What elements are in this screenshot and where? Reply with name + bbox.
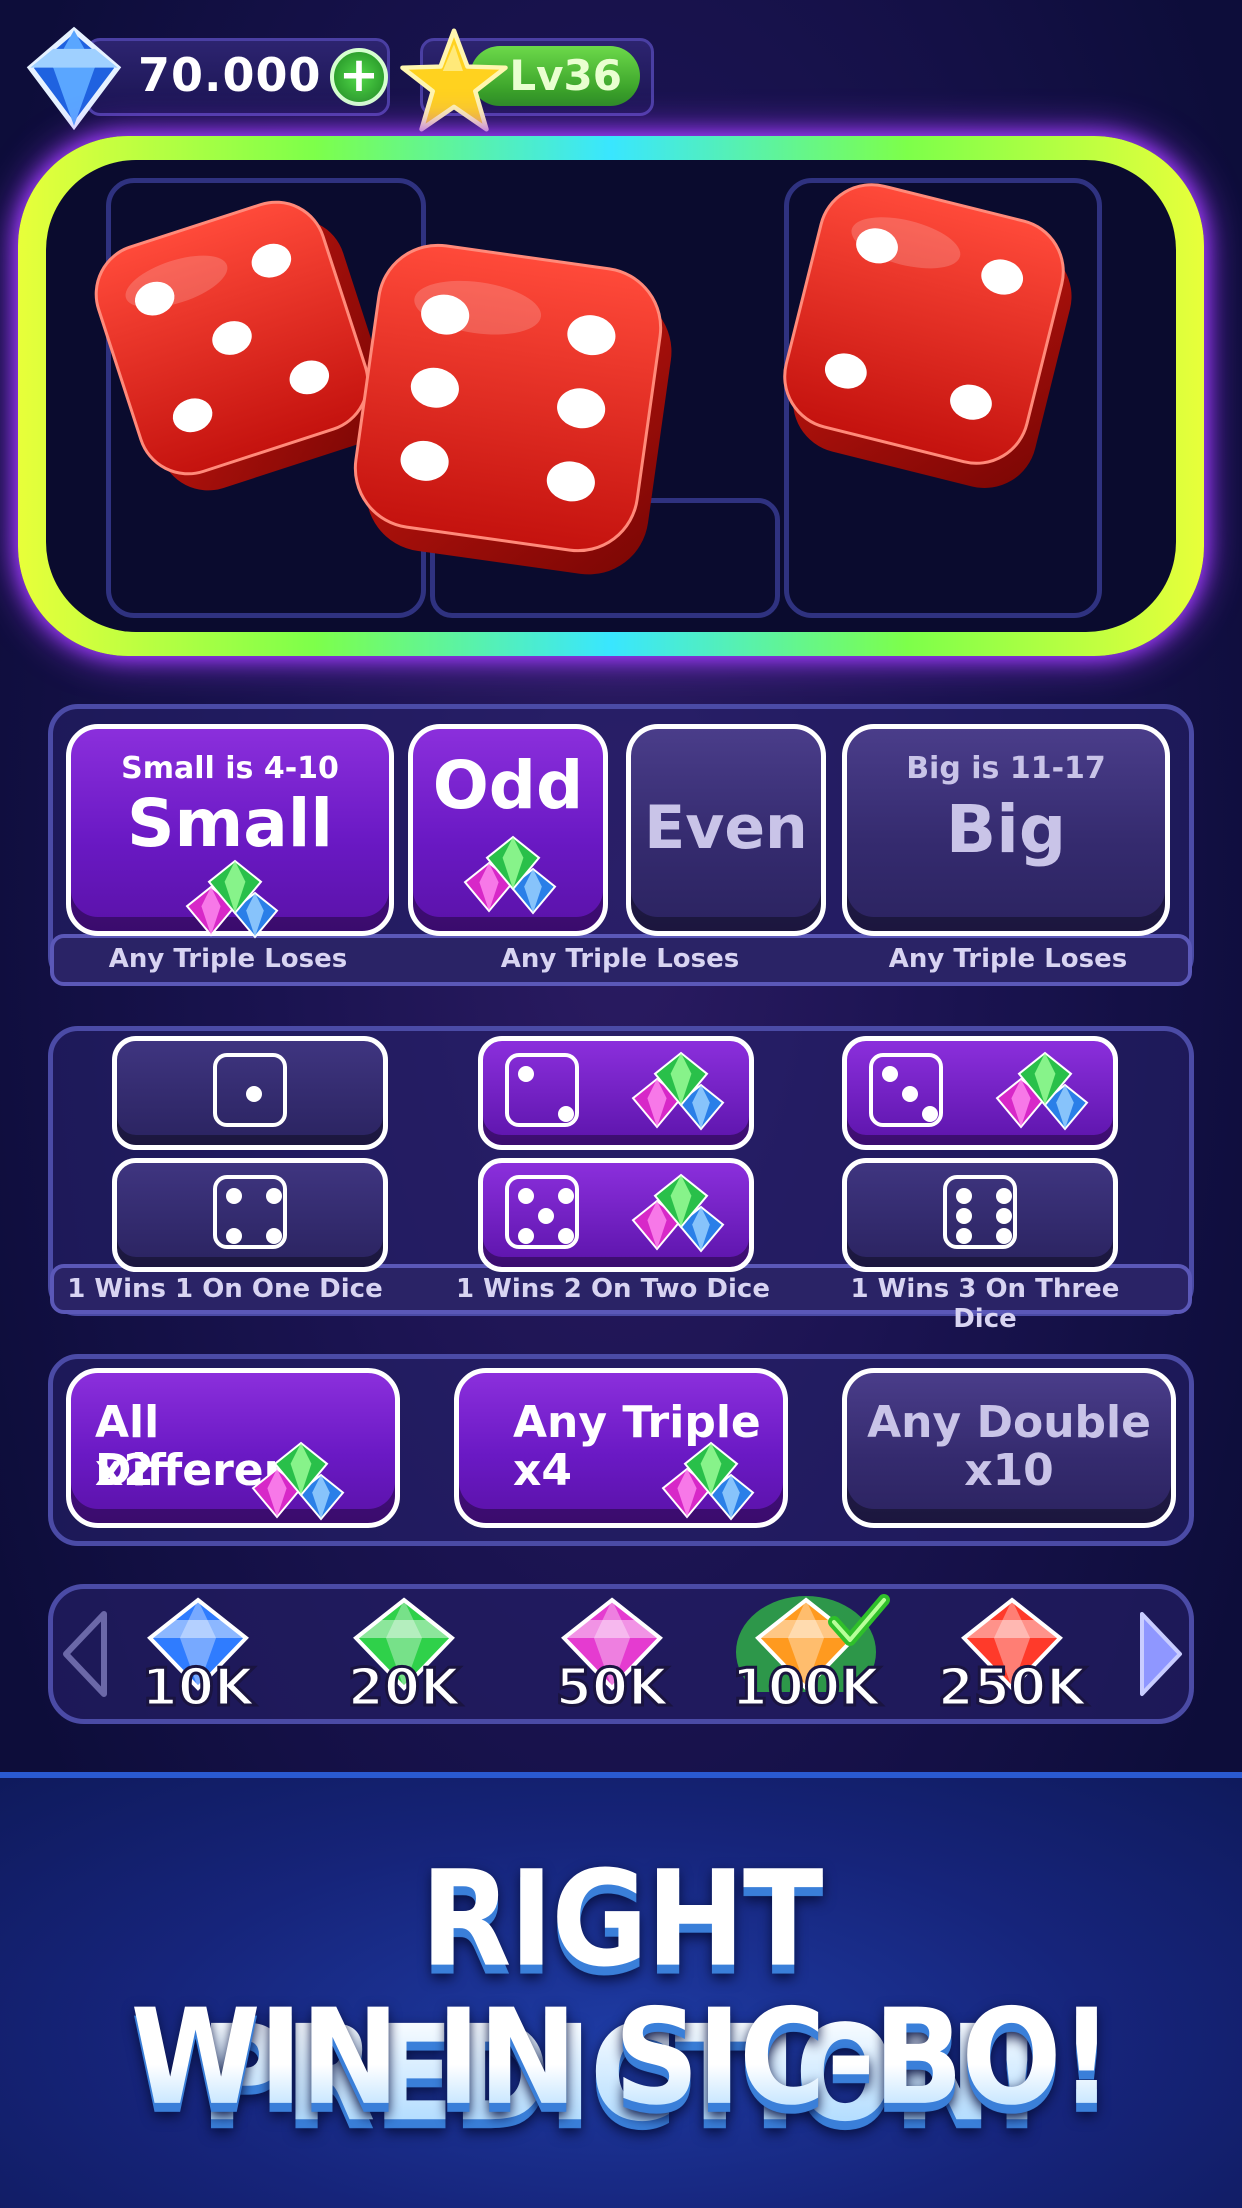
app-screen: { "header": { "balance": "70.000", "add_… (0, 0, 1242, 2208)
chip-label: 100K (730, 1657, 882, 1720)
bet-face-3-button[interactable] (842, 1036, 1118, 1150)
gem-stack-icon (463, 835, 557, 915)
big-label: Big (945, 791, 1067, 868)
dice-face-1-icon (213, 1053, 287, 1127)
bet-face-4-button[interactable] (112, 1158, 388, 1272)
bet-face-6-button[interactable] (842, 1158, 1118, 1272)
pip (956, 1188, 972, 1204)
chip-50k[interactable]: 50K (522, 1592, 702, 1722)
pip (558, 1188, 574, 1204)
dice-face-3-icon (869, 1053, 943, 1127)
small-label: Small (126, 785, 334, 862)
chip-10k[interactable]: 10K (108, 1592, 288, 1722)
pip (558, 1228, 574, 1244)
bet-even-button[interactable]: Even (626, 724, 826, 936)
any-double-mult: x10 (964, 1445, 1054, 1496)
pip (518, 1228, 534, 1244)
pip (996, 1188, 1012, 1204)
chip-label: 50K (554, 1657, 670, 1720)
bet-odd-button[interactable]: Odd (408, 724, 608, 936)
pip (956, 1208, 972, 1224)
all-different-mult: x2 (95, 1445, 154, 1496)
even-label: Even (644, 793, 808, 863)
dice-result (94, 183, 1072, 575)
chevron-left-icon[interactable] (60, 1610, 110, 1698)
bet-big-button[interactable]: Big is 11-17 Big (842, 724, 1170, 936)
bet-all-different-button[interactable]: All Different x2 (66, 1368, 400, 1528)
gem-stack-icon (995, 1051, 1089, 1131)
chip-100k[interactable]: 100K (716, 1592, 896, 1722)
pip (922, 1106, 938, 1122)
dice-face-2-icon (505, 1053, 579, 1127)
bet-face-1-button[interactable] (112, 1036, 388, 1150)
pip (518, 1188, 534, 1204)
pip (266, 1188, 282, 1204)
pip (226, 1188, 242, 1204)
pip (246, 1086, 262, 1102)
bet-any-double-button[interactable]: Any Double x10 (842, 1368, 1176, 1528)
bet-small-button[interactable]: Small is 4-10 Small (66, 724, 394, 939)
bet-any-triple-button[interactable]: Any Triple x4 (454, 1368, 788, 1528)
pip (882, 1066, 898, 1082)
dice-face-6-icon (943, 1175, 1017, 1249)
gem-stack-icon (631, 1173, 725, 1253)
caption-small: Any Triple Loses (108, 944, 348, 974)
any-double-label: Any Double (867, 1397, 1151, 1448)
caption-big: Any Triple Loses (888, 944, 1128, 974)
pip (996, 1228, 1012, 1244)
bet-face-5-button[interactable] (478, 1158, 754, 1272)
gem-stack-icon (251, 1441, 345, 1521)
big-range-hint: Big is 11-17 (906, 751, 1106, 786)
die-2 (353, 243, 672, 575)
gem-stack-icon (185, 859, 279, 939)
pip (266, 1228, 282, 1244)
any-triple-mult: x4 (513, 1445, 572, 1496)
bet-face-2-button[interactable] (478, 1036, 754, 1150)
promo-banner: RIGHT PREDICTION! WIN IN SIC-BO! (0, 1772, 1242, 2208)
chip-label: 20K (346, 1657, 462, 1720)
dice-face-5-icon (505, 1175, 579, 1249)
small-range-hint: Small is 4-10 (121, 751, 339, 786)
gem-stack-icon (631, 1051, 725, 1131)
chip-label: 250K (936, 1657, 1088, 1720)
odd-label: Odd (432, 747, 584, 824)
pip (518, 1066, 534, 1082)
chip-250k[interactable]: 250K (922, 1592, 1102, 1722)
dice-face-4-icon (213, 1175, 287, 1249)
banner-line-2: WIN IN SIC-BO! (0, 1980, 1242, 2135)
die-1 (94, 200, 388, 491)
pip (538, 1208, 554, 1224)
pip (956, 1228, 972, 1244)
pip (996, 1208, 1012, 1224)
caption-two-dice: 1 Wins 2 On Two Dice (456, 1274, 770, 1304)
caption-three-dice: 1 Wins 3 On Three Dice (850, 1274, 1120, 1334)
pip (902, 1086, 918, 1102)
gem-stack-icon (661, 1441, 755, 1521)
chip-20k[interactable]: 20K (314, 1592, 494, 1722)
caption-one-dice: 1 Wins 1 On One Dice (67, 1274, 383, 1304)
caption-odd-even: Any Triple Loses (500, 944, 740, 974)
chevron-right-icon[interactable] (1136, 1610, 1186, 1698)
die-3 (783, 183, 1072, 488)
pip (226, 1228, 242, 1244)
pip (558, 1106, 574, 1122)
chip-label: 10K (140, 1657, 256, 1720)
